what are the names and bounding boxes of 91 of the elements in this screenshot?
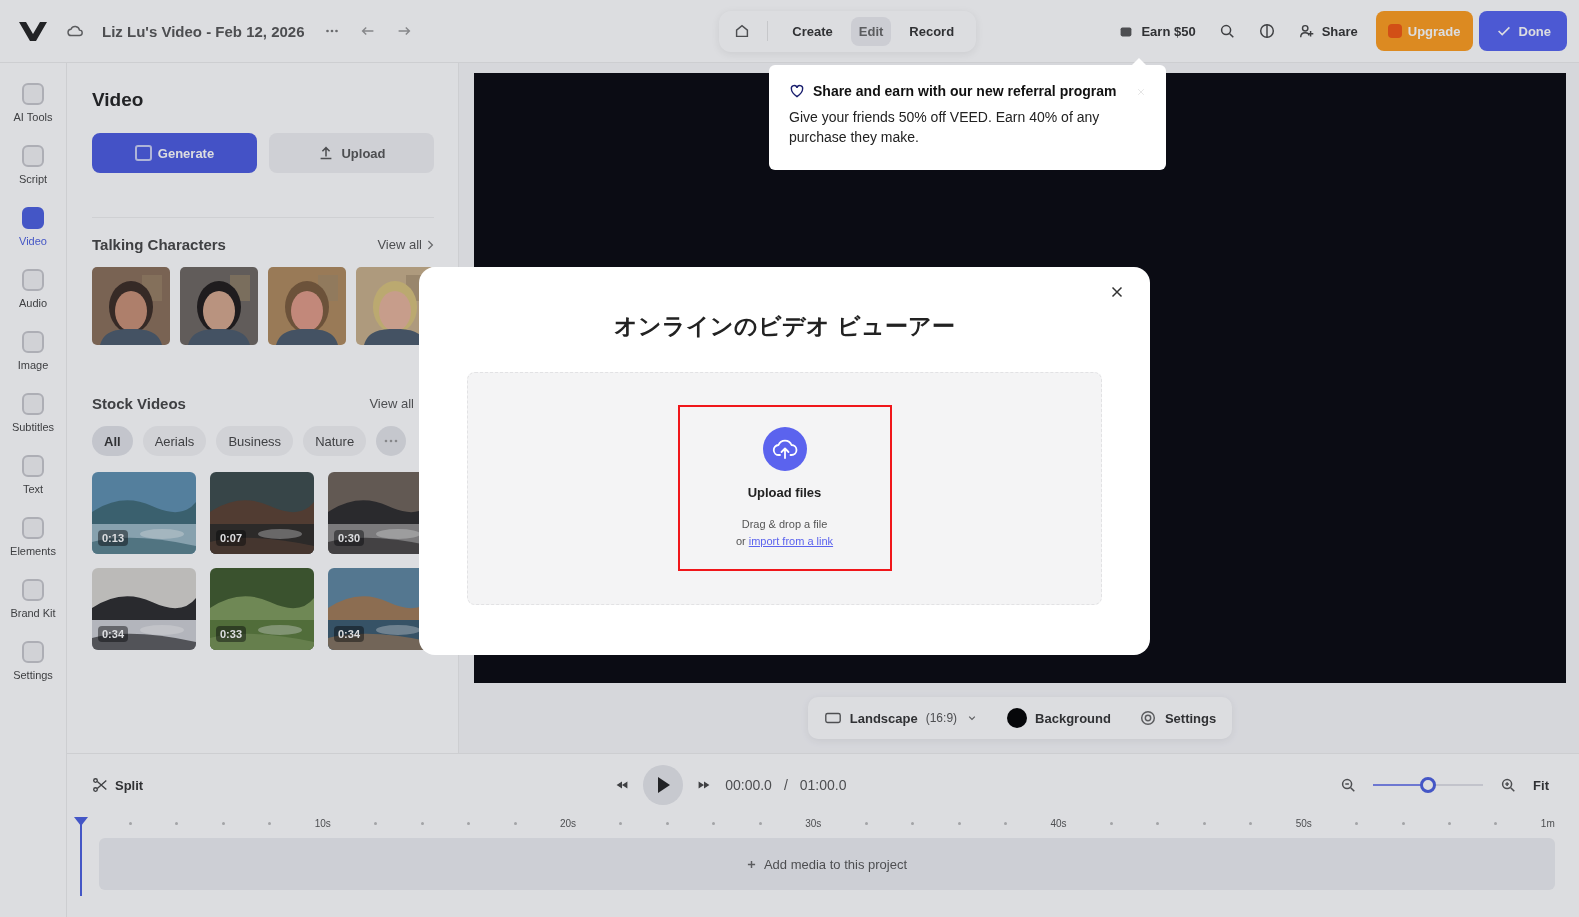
background-button[interactable]: Background — [995, 701, 1123, 735]
rail-item[interactable]: Audio — [2, 269, 64, 309]
play-icon[interactable] — [643, 765, 684, 805]
color-swatch — [1007, 708, 1028, 728]
ruler-tick — [1448, 821, 1451, 825]
ruler-tick — [467, 821, 471, 825]
plus-icon — [746, 859, 756, 869]
split-button[interactable]: Split — [91, 776, 144, 794]
ruler-tick — [129, 821, 132, 825]
ruler-tick — [758, 821, 762, 825]
rail-item[interactable]: Image — [2, 331, 64, 371]
slider-thumb[interactable] — [1420, 777, 1437, 793]
mode-tab[interactable]: Edit — [850, 16, 892, 46]
ruler-tick — [374, 821, 378, 825]
ruler-tick — [175, 821, 179, 825]
filter-chip[interactable]: All — [92, 426, 133, 456]
zoom-slider[interactable] — [1373, 777, 1484, 793]
heart-icon — [789, 83, 805, 99]
panel-title: Video — [92, 89, 145, 111]
ruler-tick — [1156, 821, 1160, 825]
ruler-tick — [420, 821, 424, 825]
upload-cloud-icon[interactable] — [762, 427, 807, 471]
upload-title: Upload files — [747, 485, 822, 500]
ruler-tick — [1109, 821, 1113, 825]
settings-icon — [1138, 709, 1157, 727]
tooltip-text: Give your friends 50% off VEED. Earn 40% of any purchase they make. — [789, 108, 1101, 147]
ruler-tick — [221, 821, 225, 825]
current-time: 00:00.0 — [725, 777, 772, 793]
import-link[interactable]: import from a link — [748, 535, 834, 547]
view-all-link[interactable]: View all — [369, 396, 414, 411]
ruler-tick — [619, 821, 623, 825]
help-icon[interactable] — [1257, 22, 1276, 40]
ruler-tick — [1355, 821, 1359, 825]
time-separator: / — [783, 777, 788, 793]
rail-item[interactable]: Settings — [2, 641, 64, 681]
filter-chip[interactable]: Aerials — [142, 426, 207, 456]
ruler-tick — [1494, 821, 1498, 825]
playhead[interactable] — [73, 816, 89, 896]
section-title: Talking Characters — [92, 236, 226, 253]
mode-tab[interactable]: Record — [901, 16, 963, 46]
mode-tab[interactable]: Create — [784, 16, 841, 46]
ruler-tick — [712, 821, 716, 825]
rail-item[interactable]: Script — [2, 145, 64, 185]
done-button[interactable]: Done — [1478, 11, 1567, 51]
rail-item[interactable]: AI Tools — [2, 83, 64, 123]
empty-track[interactable]: Add media to this project — [99, 838, 1555, 890]
ruler-label: 1m — [1540, 817, 1555, 829]
zoom-in-icon[interactable] — [1499, 776, 1518, 794]
settings-button[interactable]: Settings — [1126, 701, 1229, 735]
section-title: Stock Videos — [92, 395, 186, 412]
drop-zone[interactable]: Upload files Drag & drop a file or import from a link — [467, 371, 1102, 605]
share-button[interactable]: Share — [1297, 22, 1358, 40]
drop-hint: Drag & drop a file — [741, 517, 828, 532]
ruler-label: 10s — [314, 817, 331, 829]
ruler-tick — [268, 821, 272, 825]
ruler-tick — [513, 821, 517, 825]
ruler-tick — [911, 821, 915, 825]
earn-button[interactable]: Earn $50 — [1117, 22, 1196, 40]
ruler-label: 40s — [1050, 817, 1067, 829]
rail-item[interactable]: Subtitles — [2, 393, 64, 433]
add-person-icon — [1297, 22, 1316, 40]
ruler-tick — [1202, 821, 1206, 825]
ruler-label: 30s — [805, 817, 822, 829]
rail-item[interactable]: Elements — [2, 517, 64, 557]
zoom-out-icon[interactable] — [1339, 776, 1358, 794]
rail-item[interactable]: Video — [2, 207, 64, 247]
ruler-tick — [1249, 821, 1253, 825]
upload-button[interactable]: Upload — [269, 133, 434, 173]
view-all-link[interactable]: View all — [377, 237, 422, 252]
ruler-tick — [1003, 821, 1007, 825]
fit-button[interactable]: Fit — [1533, 777, 1549, 793]
generate-button[interactable]: Generate — [92, 133, 257, 173]
logo-icon[interactable] — [18, 20, 48, 42]
rail-item[interactable]: Text — [2, 455, 64, 495]
tooltip-title: Share and earn with our new referral program — [813, 83, 1117, 99]
rail-item[interactable]: Brand Kit — [2, 579, 64, 619]
total-duration: 01:00.0 — [799, 777, 847, 793]
project-title[interactable]: Liz Lu's Video - Feb 12, 2026 — [102, 22, 305, 40]
filter-chip[interactable]: Nature — [303, 426, 367, 456]
chevron-right-icon[interactable] — [426, 238, 434, 251]
aspect-dropdown[interactable]: Landscape (16:9) — [811, 701, 992, 735]
ruler-tick — [957, 821, 961, 825]
ruler-label: 50s — [1295, 817, 1312, 829]
ruler-label: 20s — [559, 817, 577, 829]
scissors-icon — [91, 776, 109, 794]
filter-chip[interactable]: Business — [216, 426, 294, 456]
dialog-title: オンラインのビデオ ビューアー — [614, 311, 955, 341]
ruler-tick — [665, 821, 669, 825]
ruler-tick — [1401, 821, 1405, 825]
import-hint: or import from a link — [735, 534, 834, 549]
ruler-tick — [864, 821, 868, 825]
